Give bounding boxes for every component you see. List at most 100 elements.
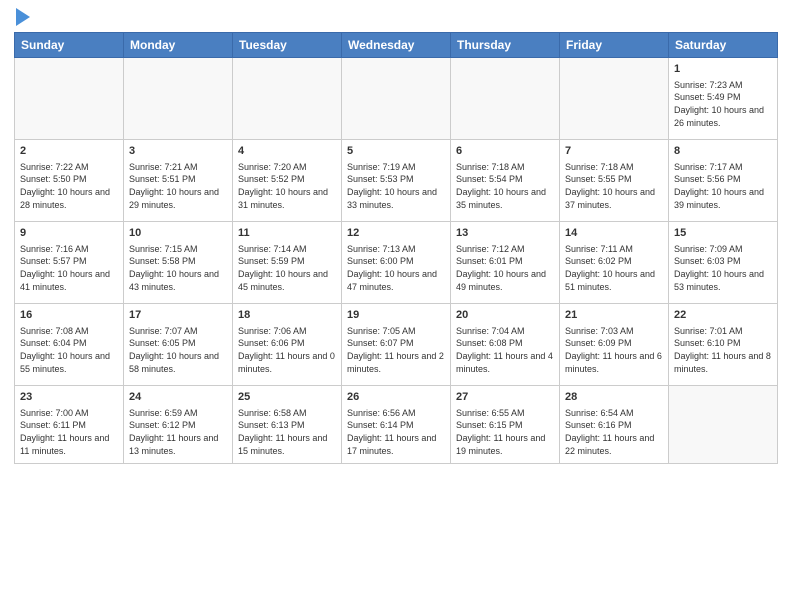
day-number: 1 xyxy=(674,62,772,77)
calendar-cell xyxy=(669,386,778,464)
calendar-cell: 9 Sunrise: 7:16 AM Sunset: 5:57 PM Daylig… xyxy=(15,222,124,304)
calendar-header-sunday: Sunday xyxy=(15,33,124,58)
day-number: 28 xyxy=(565,390,663,405)
day-number: 9 xyxy=(20,226,118,241)
day-number: 4 xyxy=(238,144,336,159)
calendar-cell: 12 Sunrise: 7:13 AM Sunset: 6:00 PM Dayli… xyxy=(342,222,451,304)
day-number: 25 xyxy=(238,390,336,405)
day-number: 26 xyxy=(347,390,445,405)
day-info: Sunrise: 7:13 AM Sunset: 6:00 PM Dayligh… xyxy=(347,243,445,293)
day-number: 10 xyxy=(129,226,227,241)
day-info: Sunrise: 7:09 AM Sunset: 6:03 PM Dayligh… xyxy=(674,243,772,293)
day-info: Sunrise: 7:19 AM Sunset: 5:53 PM Dayligh… xyxy=(347,161,445,211)
calendar-header-monday: Monday xyxy=(124,33,233,58)
calendar-cell xyxy=(451,58,560,140)
logo xyxy=(14,10,30,26)
day-number: 17 xyxy=(129,308,227,323)
day-info: Sunrise: 6:54 AM Sunset: 6:16 PM Dayligh… xyxy=(565,407,663,457)
calendar-cell: 16 Sunrise: 7:08 AM Sunset: 6:04 PM Dayli… xyxy=(15,304,124,386)
day-info: Sunrise: 7:16 AM Sunset: 5:57 PM Dayligh… xyxy=(20,243,118,293)
calendar-cell: 10 Sunrise: 7:15 AM Sunset: 5:58 PM Dayli… xyxy=(124,222,233,304)
day-number: 12 xyxy=(347,226,445,241)
day-info: Sunrise: 7:08 AM Sunset: 6:04 PM Dayligh… xyxy=(20,325,118,375)
day-info: Sunrise: 6:55 AM Sunset: 6:15 PM Dayligh… xyxy=(456,407,554,457)
calendar-week-5: 23 Sunrise: 7:00 AM Sunset: 6:11 PM Dayli… xyxy=(15,386,778,464)
day-number: 16 xyxy=(20,308,118,323)
day-info: Sunrise: 7:06 AM Sunset: 6:06 PM Dayligh… xyxy=(238,325,336,375)
calendar-cell: 26 Sunrise: 6:56 AM Sunset: 6:14 PM Dayli… xyxy=(342,386,451,464)
calendar-cell: 3 Sunrise: 7:21 AM Sunset: 5:51 PM Daylig… xyxy=(124,140,233,222)
day-info: Sunrise: 7:21 AM Sunset: 5:51 PM Dayligh… xyxy=(129,161,227,211)
calendar-cell: 18 Sunrise: 7:06 AM Sunset: 6:06 PM Dayli… xyxy=(233,304,342,386)
calendar-cell: 17 Sunrise: 7:07 AM Sunset: 6:05 PM Dayli… xyxy=(124,304,233,386)
day-number: 11 xyxy=(238,226,336,241)
day-info: Sunrise: 7:07 AM Sunset: 6:05 PM Dayligh… xyxy=(129,325,227,375)
header xyxy=(14,10,778,26)
calendar-week-3: 9 Sunrise: 7:16 AM Sunset: 5:57 PM Daylig… xyxy=(15,222,778,304)
day-info: Sunrise: 7:00 AM Sunset: 6:11 PM Dayligh… xyxy=(20,407,118,457)
day-number: 13 xyxy=(456,226,554,241)
calendar-cell: 11 Sunrise: 7:14 AM Sunset: 5:59 PM Dayli… xyxy=(233,222,342,304)
day-info: Sunrise: 7:17 AM Sunset: 5:56 PM Dayligh… xyxy=(674,161,772,211)
day-number: 19 xyxy=(347,308,445,323)
page-container: SundayMondayTuesdayWednesdayThursdayFrid… xyxy=(0,0,792,470)
calendar-cell: 6 Sunrise: 7:18 AM Sunset: 5:54 PM Daylig… xyxy=(451,140,560,222)
calendar-cell: 25 Sunrise: 6:58 AM Sunset: 6:13 PM Dayli… xyxy=(233,386,342,464)
day-info: Sunrise: 7:03 AM Sunset: 6:09 PM Dayligh… xyxy=(565,325,663,375)
day-number: 27 xyxy=(456,390,554,405)
day-info: Sunrise: 7:20 AM Sunset: 5:52 PM Dayligh… xyxy=(238,161,336,211)
day-info: Sunrise: 7:18 AM Sunset: 5:54 PM Dayligh… xyxy=(456,161,554,211)
calendar-cell: 20 Sunrise: 7:04 AM Sunset: 6:08 PM Dayli… xyxy=(451,304,560,386)
day-number: 21 xyxy=(565,308,663,323)
day-number: 20 xyxy=(456,308,554,323)
calendar-cell: 1Sunrise: 7:23 AM Sunset: 5:49 PM Daylig… xyxy=(669,58,778,140)
day-info: Sunrise: 7:05 AM Sunset: 6:07 PM Dayligh… xyxy=(347,325,445,375)
calendar-week-1: 1Sunrise: 7:23 AM Sunset: 5:49 PM Daylig… xyxy=(15,58,778,140)
calendar-header-friday: Friday xyxy=(560,33,669,58)
calendar-table: SundayMondayTuesdayWednesdayThursdayFrid… xyxy=(14,32,778,464)
day-info: Sunrise: 7:11 AM Sunset: 6:02 PM Dayligh… xyxy=(565,243,663,293)
day-number: 24 xyxy=(129,390,227,405)
calendar-cell xyxy=(342,58,451,140)
calendar-cell: 22Sunrise: 7:01 AM Sunset: 6:10 PM Dayli… xyxy=(669,304,778,386)
calendar-cell xyxy=(560,58,669,140)
calendar-cell: 19 Sunrise: 7:05 AM Sunset: 6:07 PM Dayli… xyxy=(342,304,451,386)
calendar-cell: 13 Sunrise: 7:12 AM Sunset: 6:01 PM Dayli… xyxy=(451,222,560,304)
calendar-cell: 23 Sunrise: 7:00 AM Sunset: 6:11 PM Dayli… xyxy=(15,386,124,464)
day-number: 23 xyxy=(20,390,118,405)
day-info: Sunrise: 6:58 AM Sunset: 6:13 PM Dayligh… xyxy=(238,407,336,457)
calendar-cell: 8 Sunrise: 7:17 AM Sunset: 5:56 PM Daylig… xyxy=(669,140,778,222)
logo-arrow-icon xyxy=(16,8,30,26)
day-info: Sunrise: 6:59 AM Sunset: 6:12 PM Dayligh… xyxy=(129,407,227,457)
day-info: Sunrise: 6:56 AM Sunset: 6:14 PM Dayligh… xyxy=(347,407,445,457)
day-info: Sunrise: 7:12 AM Sunset: 6:01 PM Dayligh… xyxy=(456,243,554,293)
day-number: 18 xyxy=(238,308,336,323)
calendar-header-tuesday: Tuesday xyxy=(233,33,342,58)
day-number: 22 xyxy=(674,308,772,323)
day-info: Sunrise: 7:22 AM Sunset: 5:50 PM Dayligh… xyxy=(20,161,118,211)
day-number: 3 xyxy=(129,144,227,159)
calendar-cell: 21 Sunrise: 7:03 AM Sunset: 6:09 PM Dayli… xyxy=(560,304,669,386)
day-number: 15 xyxy=(674,226,772,241)
calendar-cell: 2 Sunrise: 7:22 AM Sunset: 5:50 PM Daylig… xyxy=(15,140,124,222)
calendar-cell: 24 Sunrise: 6:59 AM Sunset: 6:12 PM Dayli… xyxy=(124,386,233,464)
calendar-cell: 5 Sunrise: 7:19 AM Sunset: 5:53 PM Daylig… xyxy=(342,140,451,222)
calendar-header-thursday: Thursday xyxy=(451,33,560,58)
day-info: Sunrise: 7:14 AM Sunset: 5:59 PM Dayligh… xyxy=(238,243,336,293)
calendar-cell xyxy=(124,58,233,140)
calendar-header-wednesday: Wednesday xyxy=(342,33,451,58)
day-number: 7 xyxy=(565,144,663,159)
calendar-week-4: 16 Sunrise: 7:08 AM Sunset: 6:04 PM Dayli… xyxy=(15,304,778,386)
day-info: Sunrise: 7:15 AM Sunset: 5:58 PM Dayligh… xyxy=(129,243,227,293)
calendar-header-row: SundayMondayTuesdayWednesdayThursdayFrid… xyxy=(15,33,778,58)
calendar-cell: 4 Sunrise: 7:20 AM Sunset: 5:52 PM Daylig… xyxy=(233,140,342,222)
calendar-header-saturday: Saturday xyxy=(669,33,778,58)
day-number: 14 xyxy=(565,226,663,241)
day-number: 2 xyxy=(20,144,118,159)
calendar-week-2: 2 Sunrise: 7:22 AM Sunset: 5:50 PM Daylig… xyxy=(15,140,778,222)
day-number: 8 xyxy=(674,144,772,159)
day-number: 6 xyxy=(456,144,554,159)
day-number: 5 xyxy=(347,144,445,159)
calendar-cell: 14 Sunrise: 7:11 AM Sunset: 6:02 PM Dayli… xyxy=(560,222,669,304)
day-info: Sunrise: 7:04 AM Sunset: 6:08 PM Dayligh… xyxy=(456,325,554,375)
